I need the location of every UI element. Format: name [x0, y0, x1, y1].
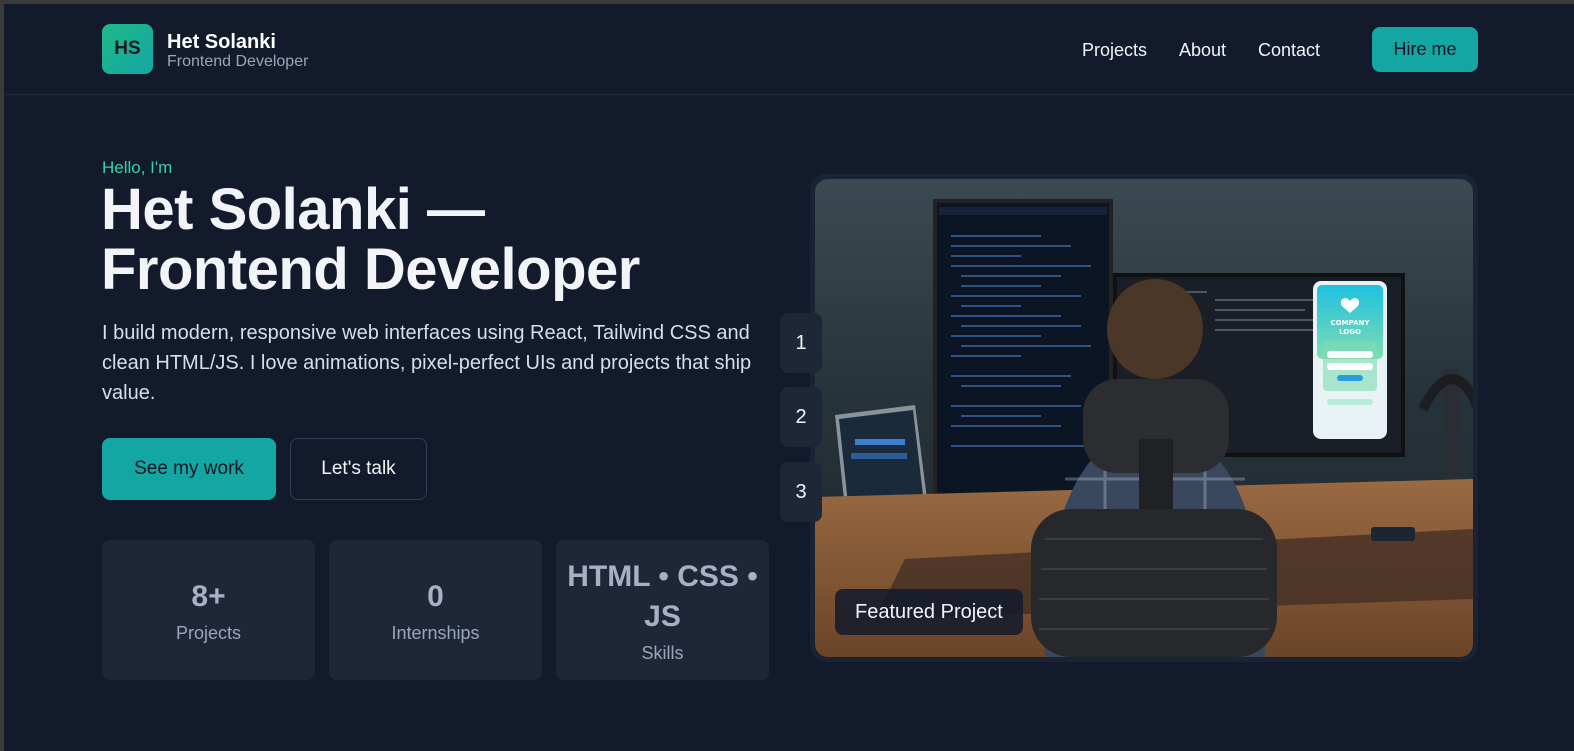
stat-value: HTML • CSS • JS — [567, 559, 758, 633]
headline-line-2: Frontend Developer — [101, 237, 640, 302]
stat-card-internships: 0 Internships — [329, 540, 542, 680]
carousel-indicator-2[interactable]: 2 — [780, 387, 822, 447]
headline-line-1: Het Solanki — — [101, 177, 485, 242]
stat-value: 8+ — [191, 579, 226, 613]
see-my-work-button[interactable]: See my work — [102, 438, 276, 500]
featured-project-card[interactable]: COMPANY LOGO Featured Project — [810, 174, 1478, 662]
featured-project-caption: Featured Project — [835, 589, 1023, 635]
stat-card-skills: HTML • CSS • JS Skills — [556, 540, 769, 680]
carousel-indicator-1[interactable]: 1 — [780, 313, 822, 373]
stat-card-projects: 8+ Projects — [102, 540, 315, 680]
brand-name: Het Solanki — [167, 31, 276, 53]
svg-text:LOGO: LOGO — [1339, 328, 1361, 336]
stat-label: Internships — [391, 622, 480, 643]
workspace-illustration: COMPANY LOGO — [815, 199, 1473, 657]
hero-description: I build modern, responsive web interface… — [102, 322, 752, 404]
lets-talk-button[interactable]: Let's talk — [290, 438, 427, 500]
featured-project-image: COMPANY LOGO Featured Project — [815, 179, 1473, 657]
brand-role: Frontend Developer — [167, 53, 309, 70]
stat-label: Skills — [641, 642, 684, 663]
stat-value: 0 — [427, 579, 444, 613]
site-header: HS Het Solanki Frontend Developer Projec… — [4, 4, 1574, 95]
nav-link-projects[interactable]: Projects — [1082, 40, 1147, 61]
svg-text:COMPANY: COMPANY — [1331, 319, 1371, 327]
carousel-indicator-3[interactable]: 3 — [780, 462, 822, 522]
nav-link-contact[interactable]: Contact — [1258, 40, 1320, 61]
logo-badge[interactable]: HS — [102, 24, 153, 74]
stat-label: Projects — [175, 622, 242, 643]
hero-headline: Het Solanki — Frontend Developer — [101, 180, 761, 300]
portfolio-page: HS Het Solanki Frontend Developer Projec… — [4, 4, 1574, 751]
nav-link-about[interactable]: About — [1179, 40, 1226, 61]
hero-greeting: Hello, I'm — [102, 158, 173, 177]
hire-me-button[interactable]: Hire me — [1372, 27, 1478, 72]
